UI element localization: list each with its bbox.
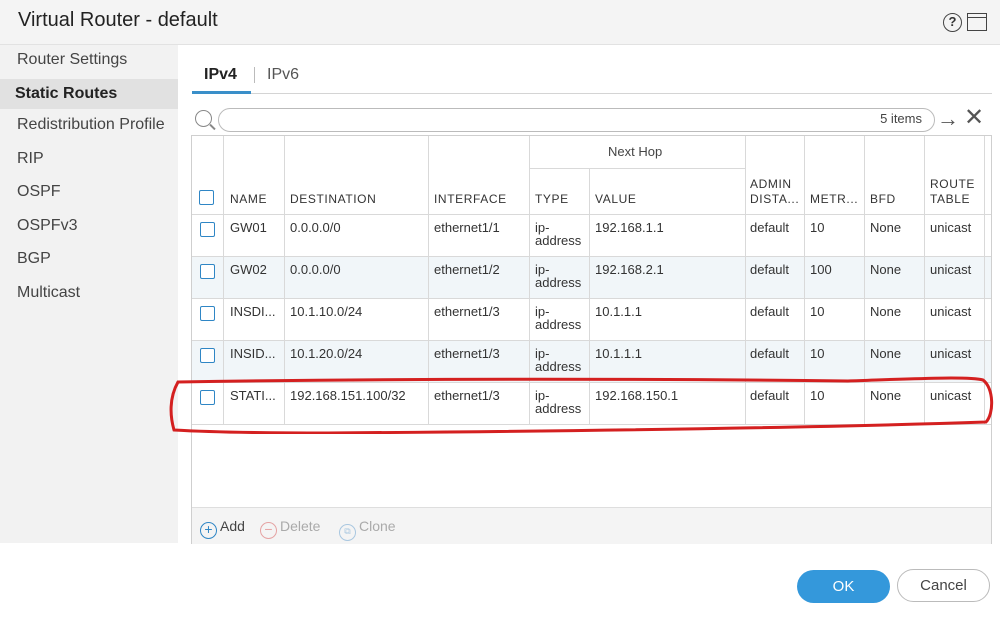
cell-route-table: unicast xyxy=(930,220,972,235)
col-header-destination[interactable]: DESTINATION xyxy=(290,192,376,207)
cell-interface: ethernet1/3 xyxy=(434,304,500,319)
cell-bfd: None xyxy=(870,304,902,319)
static-routes-table: Next Hop NAME DESTINATION INTERFACE TYPE… xyxy=(191,135,992,544)
tab-separator xyxy=(254,67,255,83)
select-all-checkbox[interactable] xyxy=(199,190,214,205)
table-row[interactable]: GW01 0.0.0.0/0 ethernet1/1 ip- address 1… xyxy=(192,215,991,257)
cell-interface: ethernet1/1 xyxy=(434,220,500,235)
sidebar-item-router-settings[interactable]: Router Settings xyxy=(17,51,127,69)
col-header-bfd[interactable]: BFD xyxy=(870,192,896,207)
cell-destination: 0.0.0.0/0 xyxy=(290,262,341,277)
cell-value: 10.1.1.1 xyxy=(595,304,642,319)
cell-type-line2: address xyxy=(535,233,582,248)
sidebar-item-ospfv3[interactable]: OSPFv3 xyxy=(17,217,77,235)
cell-admin-distance: default xyxy=(750,262,790,277)
cell-metric: 10 xyxy=(810,304,825,319)
search-icon[interactable] xyxy=(195,110,212,127)
cell-route-table: unicast xyxy=(930,304,972,319)
next-hop-group-header: Next Hop xyxy=(608,144,663,159)
cell-type-line2: address xyxy=(535,275,582,290)
active-tab-indicator xyxy=(192,91,251,94)
tab-ipv4[interactable]: IPv4 xyxy=(204,66,237,84)
items-count: 5 items xyxy=(880,111,922,126)
row-divider xyxy=(192,340,991,341)
plus-icon: + xyxy=(200,522,217,539)
minus-icon: − xyxy=(260,522,277,539)
cell-admin-distance: default xyxy=(750,304,790,319)
row-divider xyxy=(192,256,991,257)
dialog-title: Virtual Router - default xyxy=(18,9,218,31)
filter-input[interactable]: 5 items xyxy=(218,108,935,132)
col-header-route-line1[interactable]: ROUTE xyxy=(930,177,975,192)
cell-value: 192.168.2.1 xyxy=(595,262,664,277)
cell-destination: 10.1.20.0/24 xyxy=(290,346,363,361)
cell-bfd: None xyxy=(870,346,902,361)
group-header-divider xyxy=(529,168,745,169)
col-header-interface[interactable]: INTERFACE xyxy=(434,192,507,207)
col-header-route-line2[interactable]: TABLE xyxy=(930,192,970,207)
cell-route-table: unicast xyxy=(930,346,972,361)
maximize-icon[interactable] xyxy=(967,13,987,31)
col-header-value[interactable]: VALUE xyxy=(595,192,636,207)
cell-destination: 0.0.0.0/0 xyxy=(290,220,341,235)
col-header-admin-line2[interactable]: DISTA... xyxy=(750,192,799,207)
sidebar-item-redistribution-profile[interactable]: Redistribution Profile xyxy=(17,116,165,134)
cell-destination: 10.1.10.0/24 xyxy=(290,304,363,319)
table-row[interactable]: INSDI... 10.1.10.0/24 ethernet1/3 ip- ad… xyxy=(192,299,991,341)
cell-name: INSDI... xyxy=(230,304,276,319)
sidebar-item-rip[interactable]: RIP xyxy=(17,150,44,168)
cell-interface: ethernet1/2 xyxy=(434,262,500,277)
clear-filter-close-icon[interactable]: ✕ xyxy=(964,106,984,130)
tab-ipv6[interactable]: IPv6 xyxy=(267,66,299,84)
cell-type-line2: address xyxy=(535,317,582,332)
sidebar: Router Settings Static Routes Redistribu… xyxy=(0,45,178,543)
cell-interface: ethernet1/3 xyxy=(434,346,500,361)
row-checkbox[interactable] xyxy=(200,264,215,279)
cell-metric: 100 xyxy=(810,262,832,277)
row-divider xyxy=(192,298,991,299)
col-header-name[interactable]: NAME xyxy=(230,192,267,207)
col-header-type[interactable]: TYPE xyxy=(535,192,569,207)
clone-button[interactable]: ⧉ Clone xyxy=(339,514,396,541)
cell-route-table: unicast xyxy=(930,262,972,277)
cell-bfd: None xyxy=(870,220,902,235)
row-checkbox[interactable] xyxy=(200,348,215,363)
col-header-admin-line1[interactable]: ADMIN xyxy=(750,177,792,192)
highlight-stroke xyxy=(169,376,994,434)
help-icon[interactable]: ? xyxy=(943,13,962,32)
table-actions-bar: + Add − Delete ⧉ Clone xyxy=(192,507,991,544)
cell-value: 192.168.1.1 xyxy=(595,220,664,235)
row-checkbox[interactable] xyxy=(200,306,215,321)
add-button[interactable]: + Add xyxy=(200,514,245,539)
ok-button[interactable]: OK xyxy=(797,570,890,603)
clone-label: Clone xyxy=(359,518,396,534)
sidebar-item-ospf[interactable]: OSPF xyxy=(17,183,61,201)
red-highlight-annotation xyxy=(169,376,994,434)
cell-type-line2: address xyxy=(535,359,582,374)
cell-metric: 10 xyxy=(810,346,825,361)
add-label: Add xyxy=(220,518,245,534)
sidebar-item-bgp[interactable]: BGP xyxy=(17,250,51,268)
clone-icon: ⧉ xyxy=(339,524,356,541)
cell-bfd: None xyxy=(870,262,902,277)
cancel-button[interactable]: Cancel xyxy=(897,569,990,602)
cell-admin-distance: default xyxy=(750,220,790,235)
sidebar-item-multicast[interactable]: Multicast xyxy=(17,284,80,302)
delete-button[interactable]: − Delete xyxy=(260,514,321,539)
row-checkbox[interactable] xyxy=(200,222,215,237)
cell-name: GW02 xyxy=(230,262,267,277)
delete-label: Delete xyxy=(280,518,321,534)
cell-admin-distance: default xyxy=(750,346,790,361)
apply-filter-arrow-icon[interactable]: → xyxy=(937,107,959,131)
cell-metric: 10 xyxy=(810,220,825,235)
dialog-titlebar: Virtual Router - default ? xyxy=(0,0,1000,45)
sidebar-item-static-routes[interactable]: Static Routes xyxy=(0,79,178,109)
col-header-metric[interactable]: METR... xyxy=(810,192,858,207)
protocol-tabs: IPv4 IPv6 xyxy=(192,58,992,94)
cell-name: GW01 xyxy=(230,220,267,235)
table-row[interactable]: GW02 0.0.0.0/0 ethernet1/2 ip- address 1… xyxy=(192,257,991,299)
cell-value: 10.1.1.1 xyxy=(595,346,642,361)
cell-name: INSID... xyxy=(230,346,276,361)
